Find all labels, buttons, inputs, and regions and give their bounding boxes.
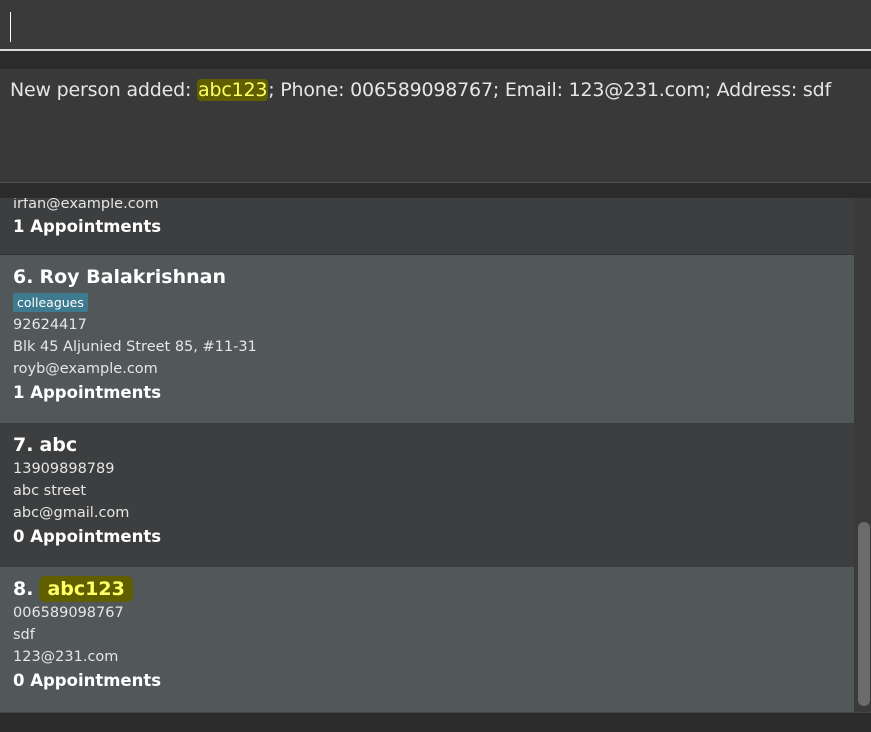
person-phone: 006589098767 bbox=[13, 605, 124, 621]
divider bbox=[0, 182, 871, 198]
person-name: 7. abc bbox=[13, 432, 854, 458]
person-appointments: 0 Appointments bbox=[13, 527, 162, 546]
command-box bbox=[0, 0, 871, 50]
person-appointments: 1 Appointments bbox=[13, 383, 162, 402]
person-email: abc@gmail.com bbox=[13, 505, 130, 521]
divider bbox=[0, 51, 871, 68]
person-card[interactable]: irfan@example.com 1 Appointments bbox=[0, 198, 854, 254]
result-prefix: New person added: bbox=[10, 79, 198, 101]
person-email: irfan@example.com bbox=[13, 198, 159, 212]
person-name-text: abc bbox=[39, 434, 78, 456]
person-appointments: 0 Appointments bbox=[13, 671, 162, 690]
tag-label: colleagues bbox=[13, 293, 88, 312]
status-bar bbox=[0, 712, 871, 732]
person-name: 6. Roy Balakrishnan bbox=[13, 264, 854, 290]
person-card[interactable]: 7. abc 13909898789 abc street abc@gmail.c… bbox=[0, 423, 854, 567]
result-message: New person added: abc123; Phone: 0065890… bbox=[10, 79, 831, 101]
result-suffix: ; Phone: 006589098767; Email: 123@231.co… bbox=[268, 79, 831, 101]
scrollbar-thumb[interactable] bbox=[858, 522, 870, 706]
person-name-highlighted: abc123 bbox=[39, 576, 133, 602]
command-input[interactable] bbox=[0, 0, 871, 49]
person-card[interactable]: 6. Roy Balakrishnan colleagues 92624417 B… bbox=[0, 255, 854, 423]
person-email: 123@231.com bbox=[13, 649, 119, 665]
person-address: sdf bbox=[13, 627, 35, 643]
text-caret bbox=[10, 12, 11, 42]
person-list[interactable]: irfan@example.com 1 Appointments 6. Roy B… bbox=[0, 198, 854, 712]
result-display: New person added: abc123; Phone: 0065890… bbox=[0, 68, 871, 182]
person-email: royb@example.com bbox=[13, 361, 158, 377]
person-index: 8. bbox=[13, 578, 34, 600]
app-window: New person added: abc123; Phone: 0065890… bbox=[0, 0, 871, 732]
person-address: abc street bbox=[13, 483, 87, 499]
person-address: Blk 45 Aljunied Street 85, #11-31 bbox=[13, 339, 257, 355]
result-highlight: abc123 bbox=[197, 79, 269, 101]
person-index: 7. bbox=[13, 434, 34, 456]
person-card[interactable]: 8. abc123 006589098767 sdf 123@231.com 0 … bbox=[0, 567, 854, 712]
person-appointments: 1 Appointments bbox=[13, 217, 162, 236]
person-phone: 13909898789 bbox=[13, 461, 115, 477]
person-name: 8. abc123 bbox=[13, 576, 854, 602]
person-index: 6. bbox=[13, 266, 34, 288]
person-phone: 92624417 bbox=[13, 317, 87, 333]
person-name-text: Roy Balakrishnan bbox=[39, 266, 227, 288]
